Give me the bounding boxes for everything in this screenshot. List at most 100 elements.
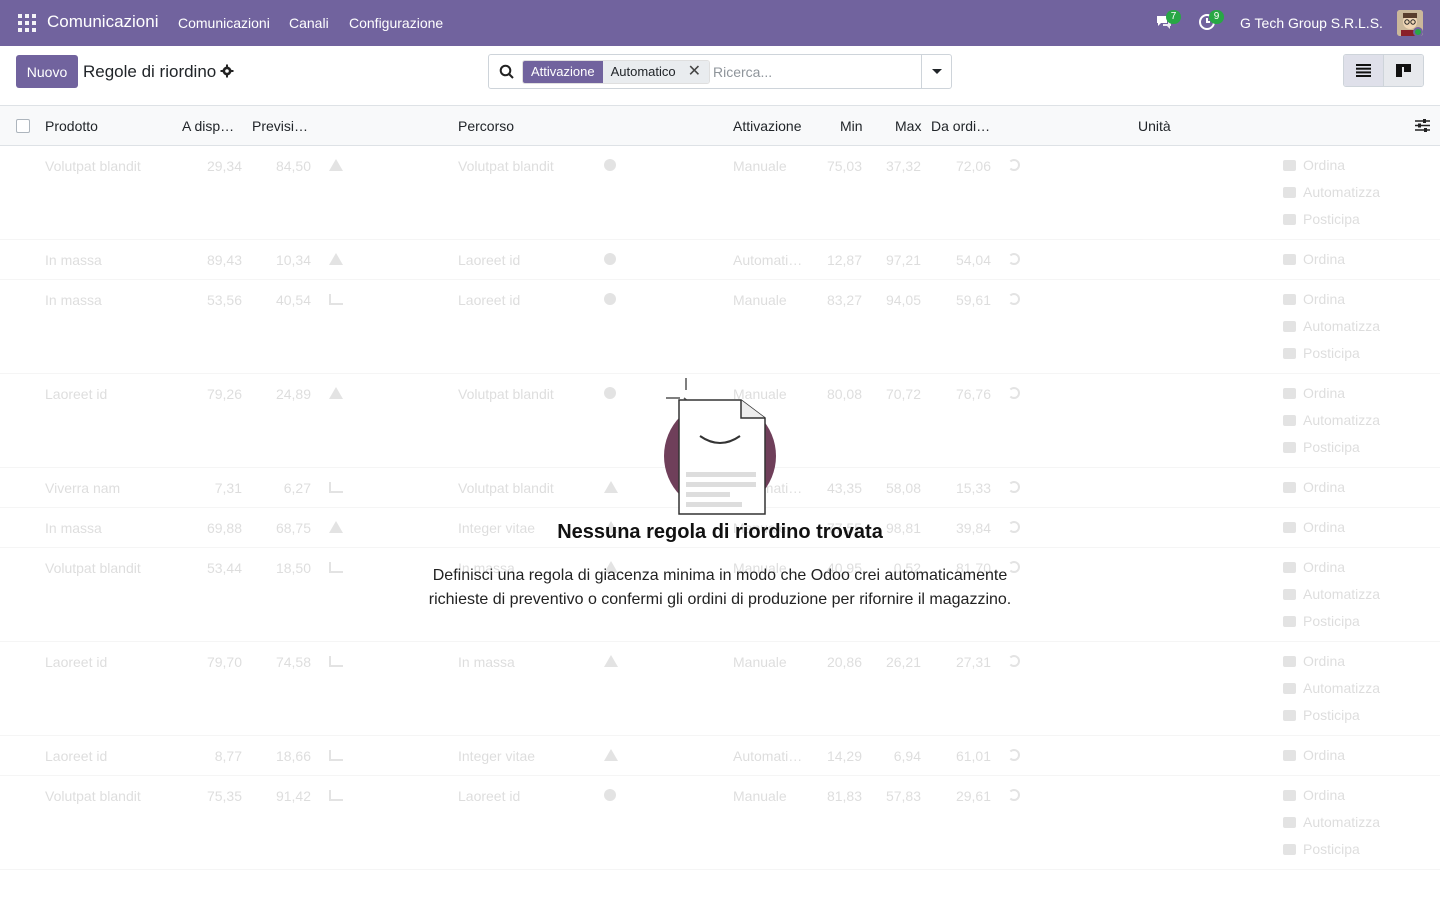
reset-icon[interactable] (1008, 293, 1020, 305)
row-action-button[interactable]: Ordina (1303, 479, 1345, 495)
col-da-ordinare[interactable]: Da ordi… (931, 118, 990, 134)
table-row[interactable]: Laoreet id 79,70 74,58 In massa Manuale 20,86… (0, 642, 1440, 736)
route-info-icon[interactable] (604, 293, 616, 305)
table-row[interactable]: Laoreet id 8,77 18,66 Integer vitae Automati… (0, 736, 1440, 776)
search-input[interactable] (713, 62, 913, 82)
optional-columns-icon[interactable] (1415, 118, 1430, 133)
cell-forecast: 40,54 (275, 292, 311, 308)
warning-icon[interactable] (329, 253, 343, 265)
empty-state-title: Nessuna regola di riordino trovata (557, 521, 883, 543)
route-warning-icon[interactable] (604, 749, 618, 761)
reset-icon[interactable] (1008, 253, 1020, 265)
action-icon (1283, 710, 1296, 721)
col-prodotto[interactable]: Prodotto (45, 118, 98, 134)
row-action-button[interactable]: Ordina (1303, 291, 1345, 307)
cell-product: Volutpat blandit (45, 158, 141, 174)
reset-icon[interactable] (1008, 655, 1020, 667)
cell-available: 8,77 (214, 748, 242, 764)
cell-product: Laoreet id (45, 654, 108, 670)
menu-canali[interactable]: Canali (289, 15, 329, 31)
row-action-button[interactable]: Posticipa (1303, 707, 1360, 723)
forecast-chart-icon[interactable] (329, 656, 343, 667)
cell-min: 14,29 (826, 748, 862, 764)
forecast-chart-icon[interactable] (329, 790, 343, 801)
gear-icon[interactable] (220, 64, 234, 78)
cell-to-order: 29,61 (955, 788, 991, 804)
menu-comunicazioni[interactable]: Comunicazioni (178, 15, 270, 31)
forecast-chart-icon[interactable] (329, 294, 343, 305)
route-warning-icon[interactable] (604, 481, 618, 493)
row-action-button[interactable]: Posticipa (1303, 439, 1360, 455)
col-a-disposizione[interactable]: A disp… (182, 118, 234, 134)
table-row[interactable]: Volutpat blandit 75,35 91,42 Laoreet id Manu… (0, 776, 1440, 870)
activity-menu[interactable]: 9 (1198, 10, 1224, 34)
facet-remove-icon[interactable]: ✕ (688, 61, 701, 83)
list-view-button[interactable] (1344, 55, 1384, 86)
table-row[interactable]: Volutpat blandit 29,34 84,50 Volutpat bland… (0, 146, 1440, 240)
reset-icon[interactable] (1008, 481, 1020, 493)
row-action-button[interactable]: Posticipa (1303, 613, 1360, 629)
cell-forecast: 6,27 (283, 480, 311, 496)
company-switcher[interactable]: G Tech Group S.R.L.S. (1240, 15, 1383, 31)
route-info-icon[interactable] (604, 789, 616, 801)
route-info-icon[interactable] (604, 253, 616, 265)
col-min[interactable]: Min (840, 118, 863, 134)
forecast-chart-icon[interactable] (329, 482, 343, 493)
col-unita[interactable]: Unità (1138, 118, 1171, 134)
route-info-icon[interactable] (604, 159, 616, 171)
col-percorso[interactable]: Percorso (458, 118, 514, 134)
menu-configurazione[interactable]: Configurazione (349, 15, 443, 31)
row-action-button[interactable]: Ordina (1303, 747, 1345, 763)
cell-max: 70,72 (885, 386, 921, 402)
row-action-button[interactable]: Posticipa (1303, 211, 1360, 227)
search-options-toggle[interactable] (921, 55, 951, 88)
table-row[interactable]: In massa 89,43 10,34 Laoreet id Automati… 12,… (0, 240, 1440, 280)
row-action-button[interactable]: Automatizza (1303, 814, 1380, 830)
row-action-button[interactable]: Automatizza (1303, 184, 1380, 200)
action-icon (1283, 187, 1296, 198)
new-button[interactable]: Nuovo (16, 55, 78, 88)
row-action-button[interactable]: Posticipa (1303, 841, 1360, 857)
apps-grid-icon[interactable] (18, 14, 36, 32)
row-action-button[interactable]: Posticipa (1303, 345, 1360, 361)
reset-icon[interactable] (1008, 789, 1020, 801)
cell-min: 80,08 (826, 386, 862, 402)
cell-available: 53,56 (206, 292, 242, 308)
select-all-checkbox[interactable] (16, 119, 30, 133)
row-action-button[interactable]: Ordina (1303, 385, 1345, 401)
reset-icon[interactable] (1008, 387, 1020, 399)
cell-to-order: 72,06 (955, 158, 991, 174)
row-action-button[interactable]: Ordina (1303, 787, 1345, 803)
forecast-chart-icon[interactable] (329, 750, 343, 761)
col-previsione[interactable]: Previsi… (252, 118, 308, 134)
cell-min: 83,27 (826, 292, 862, 308)
cell-to-order: 54,04 (955, 252, 991, 268)
warning-icon[interactable] (329, 387, 343, 399)
search-bar[interactable]: Attivazione Automatico ✕ (488, 54, 952, 89)
row-action-button[interactable]: Automatizza (1303, 680, 1380, 696)
facet-value-text: Automatico (610, 64, 676, 79)
route-info-icon[interactable] (604, 387, 616, 399)
app-brand[interactable]: Comunicazioni (47, 12, 159, 32)
warning-icon[interactable] (329, 159, 343, 171)
cell-forecast: 10,34 (275, 252, 311, 268)
reset-icon[interactable] (1008, 159, 1020, 171)
cell-min: 81,83 (826, 788, 862, 804)
row-action-button[interactable]: Ordina (1303, 653, 1345, 669)
table-row[interactable]: In massa 53,56 40,54 Laoreet id Manuale 83,27… (0, 280, 1440, 374)
row-action-button[interactable]: Automatizza (1303, 318, 1380, 334)
col-max[interactable]: Max (895, 118, 921, 134)
col-attivazione[interactable]: Attivazione (733, 118, 801, 134)
messaging-menu[interactable]: 7 (1155, 10, 1181, 34)
action-icon (1283, 482, 1296, 493)
row-action-button[interactable]: Ordina (1303, 157, 1345, 173)
row-action-button[interactable]: Automatizza (1303, 412, 1380, 428)
reset-icon[interactable] (1008, 749, 1020, 761)
kanban-view-button[interactable] (1383, 55, 1423, 86)
route-warning-icon[interactable] (604, 655, 618, 667)
cell-max: 97,21 (885, 252, 921, 268)
cell-min: 12,87 (826, 252, 862, 268)
cell-available: 75,35 (206, 788, 242, 804)
row-action-button[interactable]: Ordina (1303, 251, 1345, 267)
cell-route: Laoreet id (458, 252, 521, 268)
